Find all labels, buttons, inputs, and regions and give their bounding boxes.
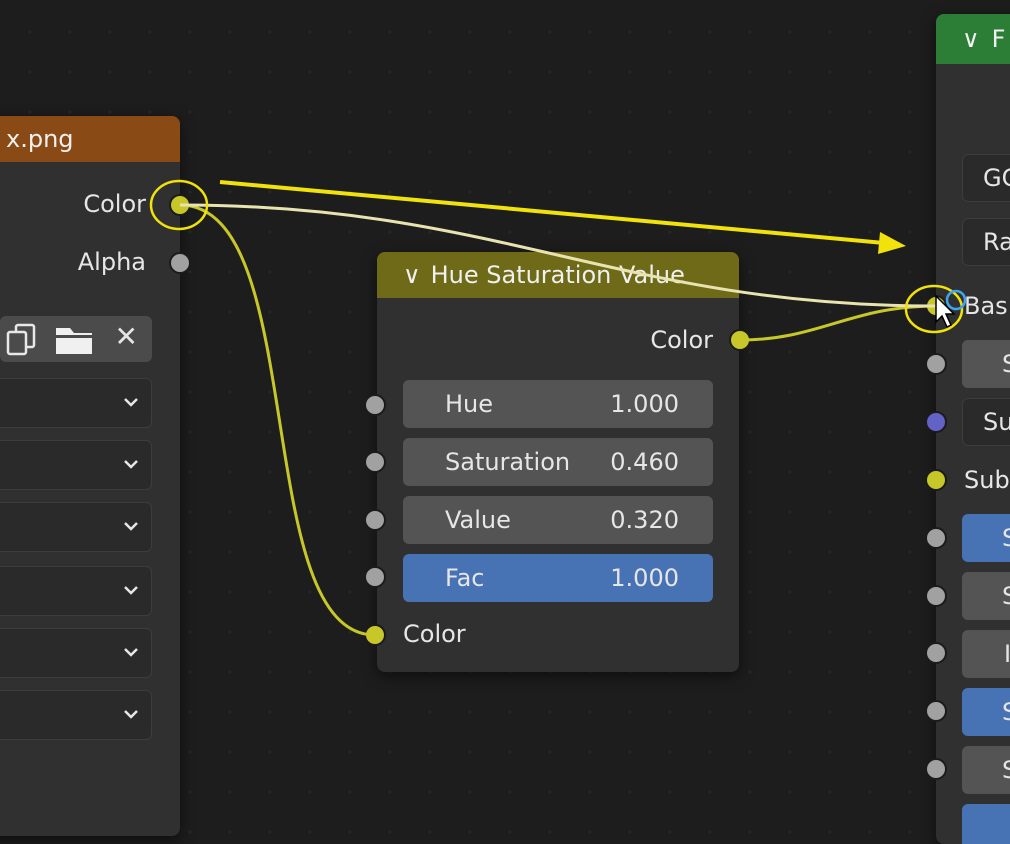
bsdf-input-field-9[interactable] [962, 804, 1010, 844]
bsdf-subsurface-method-value: Ra [983, 228, 1010, 256]
chevron-down-icon [124, 460, 138, 469]
bsdf-input-field-2[interactable]: Su [962, 398, 1010, 446]
bsdf-base-color-label: Bas [964, 292, 1008, 320]
fac-input-socket[interactable] [364, 566, 386, 588]
annotation-arrow-line [219, 180, 885, 245]
saturation-field[interactable]: Saturation 0.460 [403, 438, 713, 486]
image-texture-node[interactable]: x.png Color Alpha ✕ [0, 116, 180, 836]
output-alpha-label: Alpha [77, 248, 146, 276]
bsdf-input-field-8-label: S [1002, 756, 1010, 784]
bsdf-input-field-4-label: S [1002, 524, 1010, 552]
bsdf-input-field-1-label: S [1002, 350, 1010, 378]
dropdown-1[interactable] [0, 378, 152, 428]
chevron-down-icon [124, 522, 138, 531]
bsdf-input-field-6[interactable]: I [962, 630, 1010, 678]
bsdf-input-field-4[interactable]: S [962, 514, 1010, 562]
bsdf-socket-9[interactable] [925, 758, 947, 780]
saturation-field-value: 0.460 [610, 448, 679, 476]
image-texture-node-title: x.png [6, 125, 74, 153]
bsdf-subsurface-color-socket[interactable] [925, 469, 947, 491]
output-color-label: Color [83, 190, 146, 218]
chevron-down-icon [124, 648, 138, 657]
bsdf-socket-7[interactable] [925, 642, 947, 664]
bsdf-subsurface-color-label: Sub [964, 466, 1010, 494]
folder-icon[interactable] [52, 322, 96, 358]
principled-bsdf-node[interactable]: ∨ F GG Ra Bas S Su Sub S S I S S [936, 14, 1010, 844]
hsv-node-title: Hue Saturation Value [430, 261, 685, 289]
bsdf-input-field-6-label: I [1004, 640, 1010, 668]
image-alpha-output-socket[interactable] [169, 252, 191, 274]
bsdf-input-field-7[interactable]: S [962, 688, 1010, 736]
hue-input-socket[interactable] [364, 394, 386, 416]
saturation-input-socket[interactable] [364, 451, 386, 473]
bsdf-input-field-5-label: S [1002, 582, 1010, 610]
image-buttons-row: ✕ [0, 316, 152, 362]
fac-field[interactable]: Fac 1.000 [403, 554, 713, 602]
bsdf-distribution-value: GG [983, 164, 1010, 192]
fac-field-label: Fac [445, 564, 485, 592]
dropdown-2[interactable] [0, 440, 152, 490]
link-image-to-hsv[interactable] [179, 203, 376, 637]
bsdf-node-title: F [991, 25, 1006, 53]
bsdf-socket-5[interactable] [925, 527, 947, 549]
bsdf-input-field-7-label: S [1002, 698, 1010, 726]
hue-field-value: 1.000 [610, 390, 679, 418]
bsdf-input-field-1[interactable]: S [962, 340, 1010, 388]
close-icon[interactable]: ✕ [115, 320, 138, 353]
chevron-down-icon [124, 710, 138, 719]
dropdown-6[interactable] [0, 690, 152, 740]
dropdown-3[interactable] [0, 502, 152, 552]
image-texture-node-header[interactable]: x.png [0, 116, 180, 162]
value-field[interactable]: Value 0.320 [403, 496, 713, 544]
hsv-color-output-socket[interactable] [729, 329, 751, 351]
hue-field-label: Hue [445, 390, 494, 418]
bsdf-input-field-5[interactable]: S [962, 572, 1010, 620]
saturation-field-label: Saturation [445, 448, 571, 476]
bsdf-node-header[interactable]: ∨ F [936, 14, 1010, 64]
bsdf-chevron-icon[interactable]: ∨ [962, 25, 980, 53]
hsv-color-input-socket[interactable] [364, 624, 386, 646]
value-input-socket[interactable] [364, 509, 386, 531]
chevron-collapse-icon[interactable]: ∨ [403, 261, 421, 289]
bsdf-socket-8[interactable] [925, 700, 947, 722]
chevron-down-icon [124, 586, 138, 595]
bsdf-socket-3[interactable] [925, 411, 947, 433]
bsdf-socket-2[interactable] [925, 353, 947, 375]
bsdf-input-field-8[interactable]: S [962, 746, 1010, 794]
hsv-node-header[interactable]: ∨ Hue Saturation Value [377, 252, 739, 298]
link-hsv-to-bsdf[interactable] [739, 304, 937, 342]
hsv-input-color-label: Color [403, 620, 466, 648]
bsdf-base-color-socket[interactable] [925, 295, 947, 317]
dropdown-5[interactable] [0, 628, 152, 678]
fac-field-value: 1.000 [610, 564, 679, 592]
image-color-output-socket[interactable] [169, 194, 191, 216]
hue-field[interactable]: Hue 1.000 [403, 380, 713, 428]
dropdown-4[interactable] [0, 566, 152, 616]
value-field-value: 0.320 [610, 506, 679, 534]
bsdf-distribution-dropdown[interactable]: GG [962, 154, 1010, 202]
copy-icon[interactable] [2, 322, 42, 358]
chevron-down-icon [124, 398, 138, 407]
bsdf-socket-6[interactable] [925, 585, 947, 607]
bsdf-subsurface-method-dropdown[interactable]: Ra [962, 218, 1010, 266]
bsdf-input-field-2-label: Su [983, 408, 1010, 436]
hsv-output-color-label: Color [650, 326, 713, 354]
hue-saturation-value-node[interactable]: ∨ Hue Saturation Value Color Hue 1.000 S… [377, 252, 739, 672]
value-field-label: Value [445, 506, 511, 534]
annotation-arrow-head [878, 232, 906, 254]
